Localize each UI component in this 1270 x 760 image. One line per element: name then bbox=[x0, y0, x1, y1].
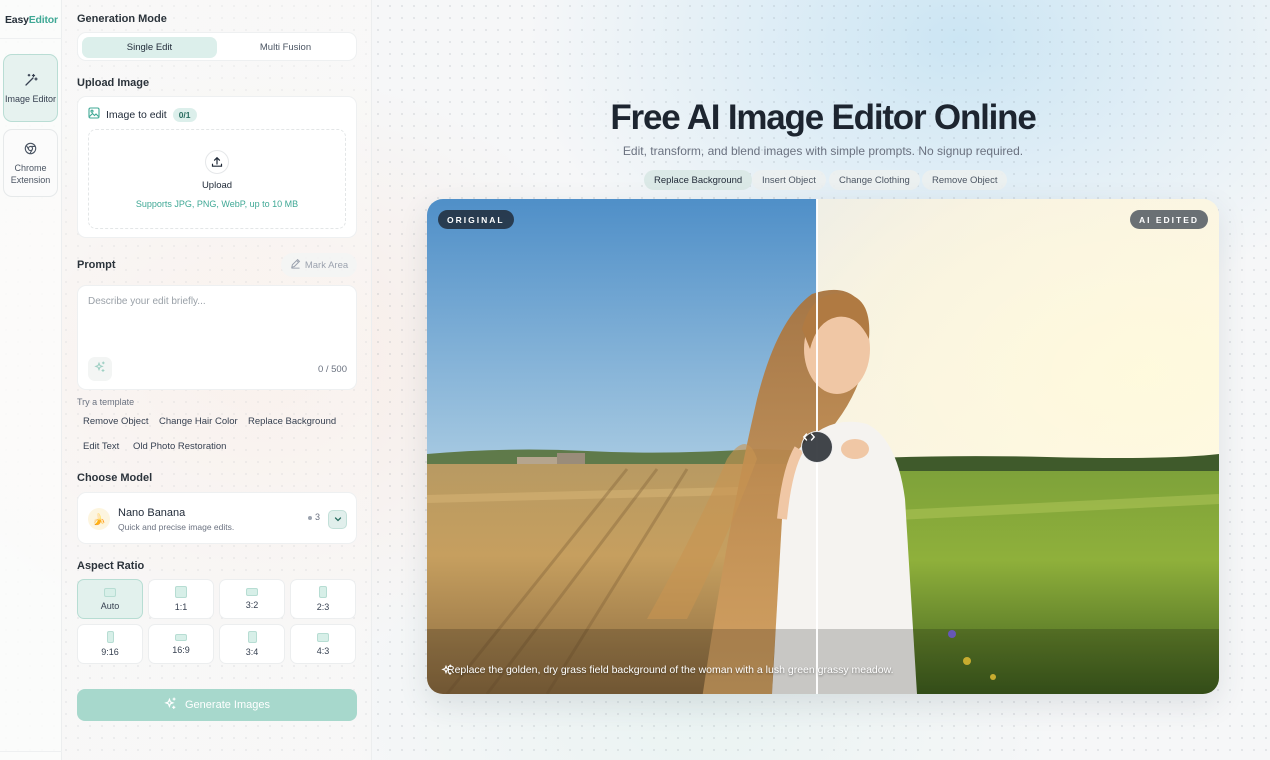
rail-item-chrome-extension[interactable]: Chrome Extension bbox=[3, 129, 58, 197]
template-chip[interactable]: Old Photo Restoration bbox=[127, 436, 232, 456]
template-chip[interactable]: Remove Object bbox=[77, 411, 154, 431]
prompt-card: 0 / 500 bbox=[77, 285, 357, 390]
ai-edited-badge: AI EDITED bbox=[1129, 210, 1208, 229]
template-chip[interactable]: Change Hair Color bbox=[153, 411, 244, 431]
aspect-ratio-1-1[interactable]: 1:1 bbox=[148, 579, 214, 619]
ratio-shape-icon bbox=[106, 631, 114, 643]
aspect-ratio-9-16[interactable]: 9:16 bbox=[77, 624, 143, 664]
banana-icon: 🍌 bbox=[88, 508, 110, 530]
feature-chip-change-clothing[interactable]: Change Clothing bbox=[829, 170, 920, 190]
choose-model-title: Choose Model bbox=[77, 472, 153, 484]
upload-format-hint: Supports JPG, PNG, WebP, up to 10 MB bbox=[135, 198, 299, 209]
rail-divider bbox=[0, 751, 62, 752]
feature-chip-replace-background[interactable]: Replace Background bbox=[644, 170, 753, 190]
mode-multi-fusion-button[interactable]: Multi Fusion bbox=[218, 37, 353, 58]
generation-mode-title: Generation Mode bbox=[77, 13, 167, 25]
ratio-shape-icon bbox=[104, 587, 116, 597]
model-selector[interactable]: 🍌 Nano Banana Quick and precise image ed… bbox=[77, 492, 357, 544]
generation-mode-toggle: Single Edit Multi Fusion bbox=[77, 32, 357, 61]
ratio-shape-icon bbox=[319, 586, 327, 598]
aspect-ratio-auto[interactable]: Auto bbox=[77, 579, 143, 619]
rail-divider bbox=[0, 38, 62, 39]
upload-header: Image to edit 0/1 bbox=[88, 107, 197, 122]
generate-images-button[interactable]: Generate Images bbox=[77, 689, 357, 721]
rail-item-image-editor[interactable]: Image Editor bbox=[3, 54, 58, 122]
prompt-input[interactable] bbox=[88, 296, 343, 348]
aspect-ratio-4-3[interactable]: 4:3 bbox=[290, 624, 356, 664]
aspect-ratio-title: Aspect Ratio bbox=[77, 560, 145, 572]
model-dropdown-button[interactable] bbox=[328, 510, 347, 529]
upload-icon bbox=[205, 149, 229, 174]
caption-text: Replace the golden, dry grass field back… bbox=[447, 664, 894, 676]
rail-item-label: Chrome Extension bbox=[10, 162, 51, 185]
mark-area-label: Mark Area bbox=[304, 259, 349, 271]
sparkle-icon bbox=[94, 360, 106, 378]
prompt-char-counter: 0 / 500 bbox=[317, 364, 347, 375]
page-subtitle: Edit, transform, and blend images with s… bbox=[622, 144, 1024, 158]
chevron-down-icon bbox=[333, 511, 343, 529]
ratio-shape-icon bbox=[175, 586, 187, 598]
ratio-shape-icon bbox=[317, 632, 329, 642]
rail-item-label: Image Editor bbox=[4, 93, 57, 104]
template-chip[interactable]: Replace Background bbox=[242, 411, 342, 431]
comparison-slider-handle[interactable] bbox=[801, 431, 833, 463]
app-logo[interactable]: EasyEditor bbox=[5, 14, 59, 26]
template-label: Try a template bbox=[77, 397, 135, 407]
aspect-ratio-3-2[interactable]: 3:2 bbox=[219, 579, 285, 619]
upload-image-title: Upload Image bbox=[77, 77, 150, 89]
mode-single-edit-button[interactable]: Single Edit bbox=[82, 37, 217, 58]
aspect-ratio-3-4[interactable]: 3:4 bbox=[219, 624, 285, 664]
image-to-edit-label: Image to edit bbox=[106, 108, 167, 121]
comparison-caption: Replace the golden, dry grass field back… bbox=[441, 664, 894, 676]
upload-count-badge: 0/1 bbox=[172, 107, 197, 122]
magic-wand-icon bbox=[24, 72, 38, 88]
mark-area-button[interactable]: Mark Area bbox=[281, 253, 357, 277]
credit-dot-icon bbox=[308, 515, 312, 520]
feature-chip-insert-object[interactable]: Insert Object bbox=[752, 170, 826, 190]
upload-card: Image to edit 0/1 Upload Supports JPG, P… bbox=[77, 96, 357, 238]
enhance-prompt-button[interactable] bbox=[88, 357, 112, 381]
pencil-icon bbox=[290, 258, 301, 272]
model-description: Quick and precise image edits. bbox=[118, 522, 235, 532]
original-badge: ORIGINAL bbox=[438, 210, 514, 229]
ratio-shape-icon bbox=[246, 588, 258, 596]
chrome-icon bbox=[24, 141, 37, 157]
aspect-ratio-16-9[interactable]: 16:9 bbox=[148, 624, 214, 664]
template-chip[interactable]: Edit Text bbox=[77, 436, 125, 456]
upload-label: Upload bbox=[201, 179, 233, 191]
image-icon bbox=[88, 107, 100, 122]
upload-dropzone[interactable]: Upload Supports JPG, PNG, WebP, up to 10… bbox=[88, 129, 346, 229]
aspect-ratio-2-3[interactable]: 2:3 bbox=[290, 579, 356, 619]
model-name: Nano Banana bbox=[118, 507, 186, 519]
sparkle-icon bbox=[164, 697, 177, 713]
before-after-comparison[interactable]: ORIGINAL AI EDITED Replace the golden, d… bbox=[427, 199, 1219, 694]
model-credits: 3 bbox=[308, 512, 320, 522]
ratio-shape-icon bbox=[247, 631, 257, 643]
generate-label: Generate Images bbox=[185, 699, 270, 711]
prompt-title: Prompt bbox=[77, 259, 116, 271]
ratio-shape-icon bbox=[175, 633, 187, 641]
editor-panel: Generation Mode Single Edit Multi Fusion… bbox=[62, 0, 372, 760]
page-title: Free AI Image Editor Online bbox=[610, 98, 1036, 137]
app-rail: EasyEditor Image Editor Chrome Extension bbox=[0, 0, 62, 760]
feature-chip-remove-object[interactable]: Remove Object bbox=[922, 170, 1008, 190]
